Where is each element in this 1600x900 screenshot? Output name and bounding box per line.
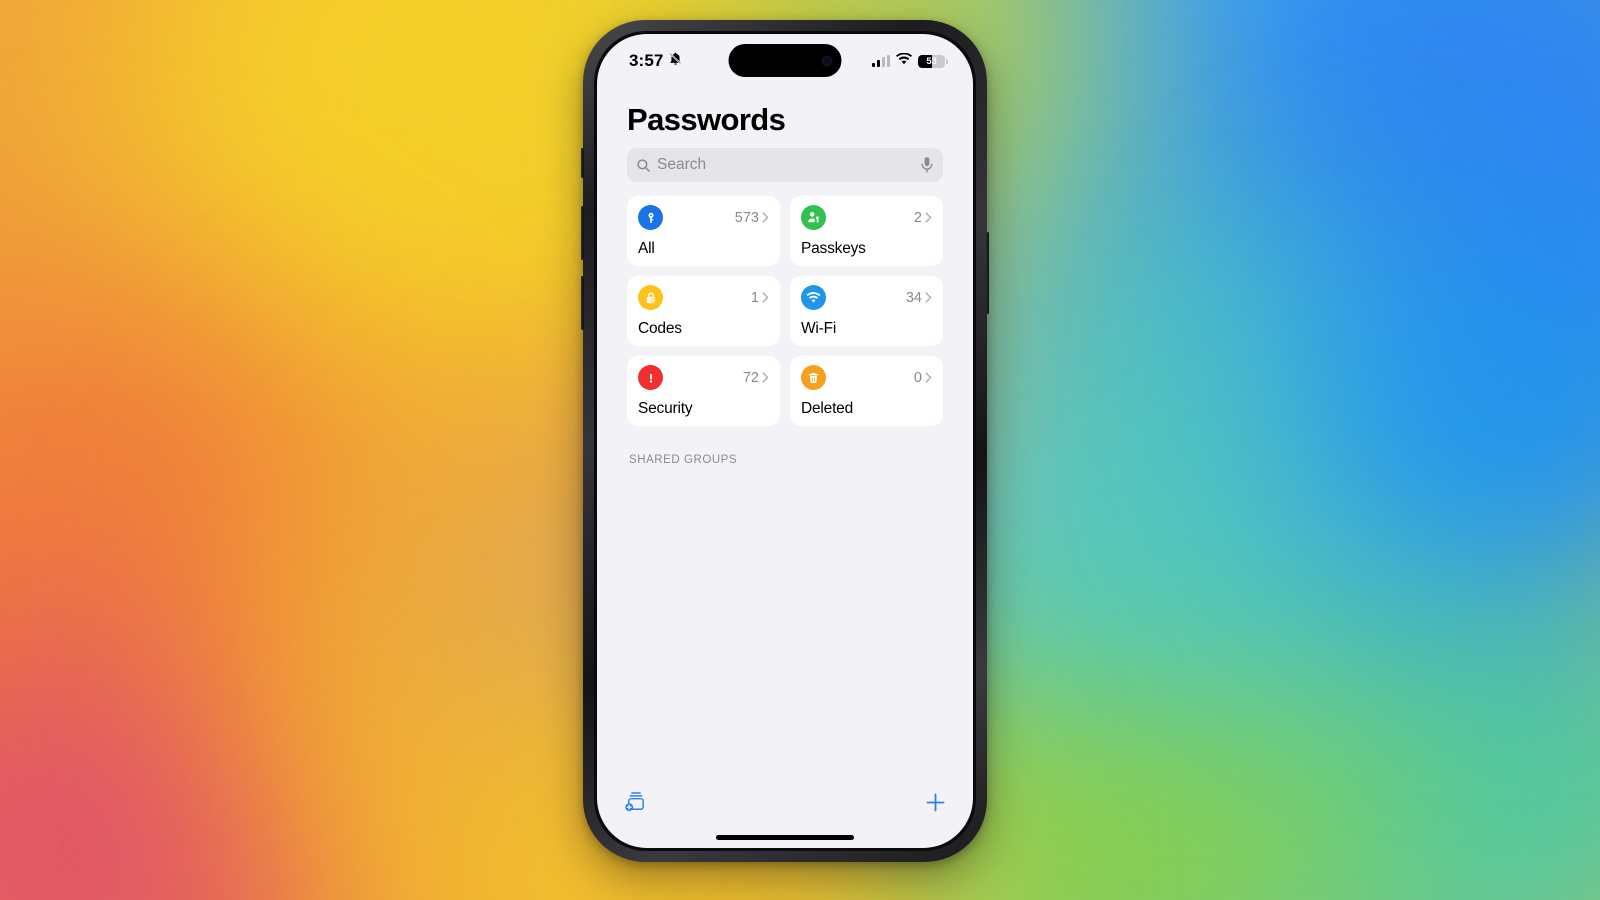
card-label-wifi: Wi-Fi: [801, 320, 837, 337]
device-bezel: 3:57 53 Passwords Search 573 All 2 Passk…: [594, 31, 976, 851]
card-label-all: All: [638, 240, 655, 257]
dynamic-island: [728, 44, 842, 77]
category-card-codes[interactable]: 1 Codes: [627, 276, 780, 346]
battery-indicator: 53: [918, 54, 948, 68]
chevron-right-icon: [762, 292, 769, 303]
category-card-security[interactable]: 72 Security: [627, 356, 780, 426]
phone-screen: 3:57 53 Passwords Search 573 All 2 Passk…: [597, 34, 973, 848]
card-top-row: 0: [801, 365, 932, 390]
category-card-passkeys[interactable]: 2 Passkeys: [790, 196, 943, 266]
category-card-grid: 573 All 2 Passkeys 1 Codes 34 Wi-Fi 72 S…: [615, 196, 955, 426]
battery-percent-label: 53: [926, 55, 937, 67]
status-bar-clock: 3:57: [629, 51, 664, 70]
chevron-right-icon: [925, 212, 932, 223]
trash-icon: [801, 365, 826, 390]
card-count-security: 72: [743, 370, 769, 386]
card-top-row: 573: [638, 205, 769, 230]
key-icon: [638, 205, 663, 230]
search-input[interactable]: [657, 156, 920, 174]
category-card-all[interactable]: 573 All: [627, 196, 780, 266]
card-top-row: 1: [638, 285, 769, 310]
card-count-deleted: 0: [914, 370, 932, 386]
exclamation-icon: [638, 365, 663, 390]
wifi-icon: [801, 285, 826, 310]
card-top-row: 72: [638, 365, 769, 390]
chevron-right-icon: [925, 372, 932, 383]
card-label-deleted: Deleted: [801, 400, 854, 417]
new-shared-group-icon[interactable]: [623, 790, 649, 814]
plus-icon[interactable]: [924, 791, 947, 814]
volume-down-button[interactable]: [581, 276, 584, 330]
page-title: Passwords: [627, 102, 786, 137]
battery-tip: [945, 58, 948, 64]
card-top-row: 34: [801, 285, 932, 310]
shared-groups-section-header: SHARED GROUPS: [629, 454, 738, 466]
bell-slash-icon: [668, 51, 683, 71]
front-camera: [821, 55, 833, 66]
card-count-wifi: 34: [906, 290, 932, 306]
category-card-deleted[interactable]: 0 Deleted: [790, 356, 943, 426]
card-count-all: 573: [735, 210, 769, 226]
status-bar-left: 3:57: [629, 51, 683, 71]
bottom-toolbar: [597, 790, 973, 814]
lock-clock-icon: [638, 285, 663, 310]
wifi-icon: [896, 52, 912, 70]
card-count-passkeys: 2: [914, 210, 932, 226]
microphone-icon[interactable]: [920, 156, 934, 174]
search-icon: [636, 158, 651, 173]
desktop-wallpaper: 3:57 53 Passwords Search 573 All 2 Passk…: [0, 0, 1600, 900]
search-bar[interactable]: [627, 148, 943, 182]
chevron-right-icon: [762, 212, 769, 223]
status-bar-right: 53: [872, 52, 948, 70]
volume-up-button[interactable]: [581, 206, 584, 260]
chevron-right-icon: [925, 292, 932, 303]
passwords-app-content: Passwords Search 573 All 2 Passkeys 1 Co…: [597, 88, 973, 466]
card-label-passkeys: Passkeys: [801, 240, 866, 257]
power-button[interactable]: [986, 232, 989, 314]
card-top-row: 2: [801, 205, 932, 230]
mute-switch[interactable]: [581, 148, 584, 178]
chevron-right-icon: [762, 372, 769, 383]
card-label-security: Security: [638, 400, 693, 417]
home-indicator[interactable]: [716, 835, 854, 840]
card-count-codes: 1: [751, 290, 769, 306]
card-label-codes: Codes: [638, 320, 682, 337]
cellular-bars-icon: [872, 55, 890, 67]
person-key-icon: [801, 205, 826, 230]
iphone-device-frame: 3:57 53 Passwords Search 573 All 2 Passk…: [581, 20, 989, 862]
status-bar: 3:57 53: [597, 34, 973, 88]
category-card-wifi[interactable]: 34 Wi-Fi: [790, 276, 943, 346]
